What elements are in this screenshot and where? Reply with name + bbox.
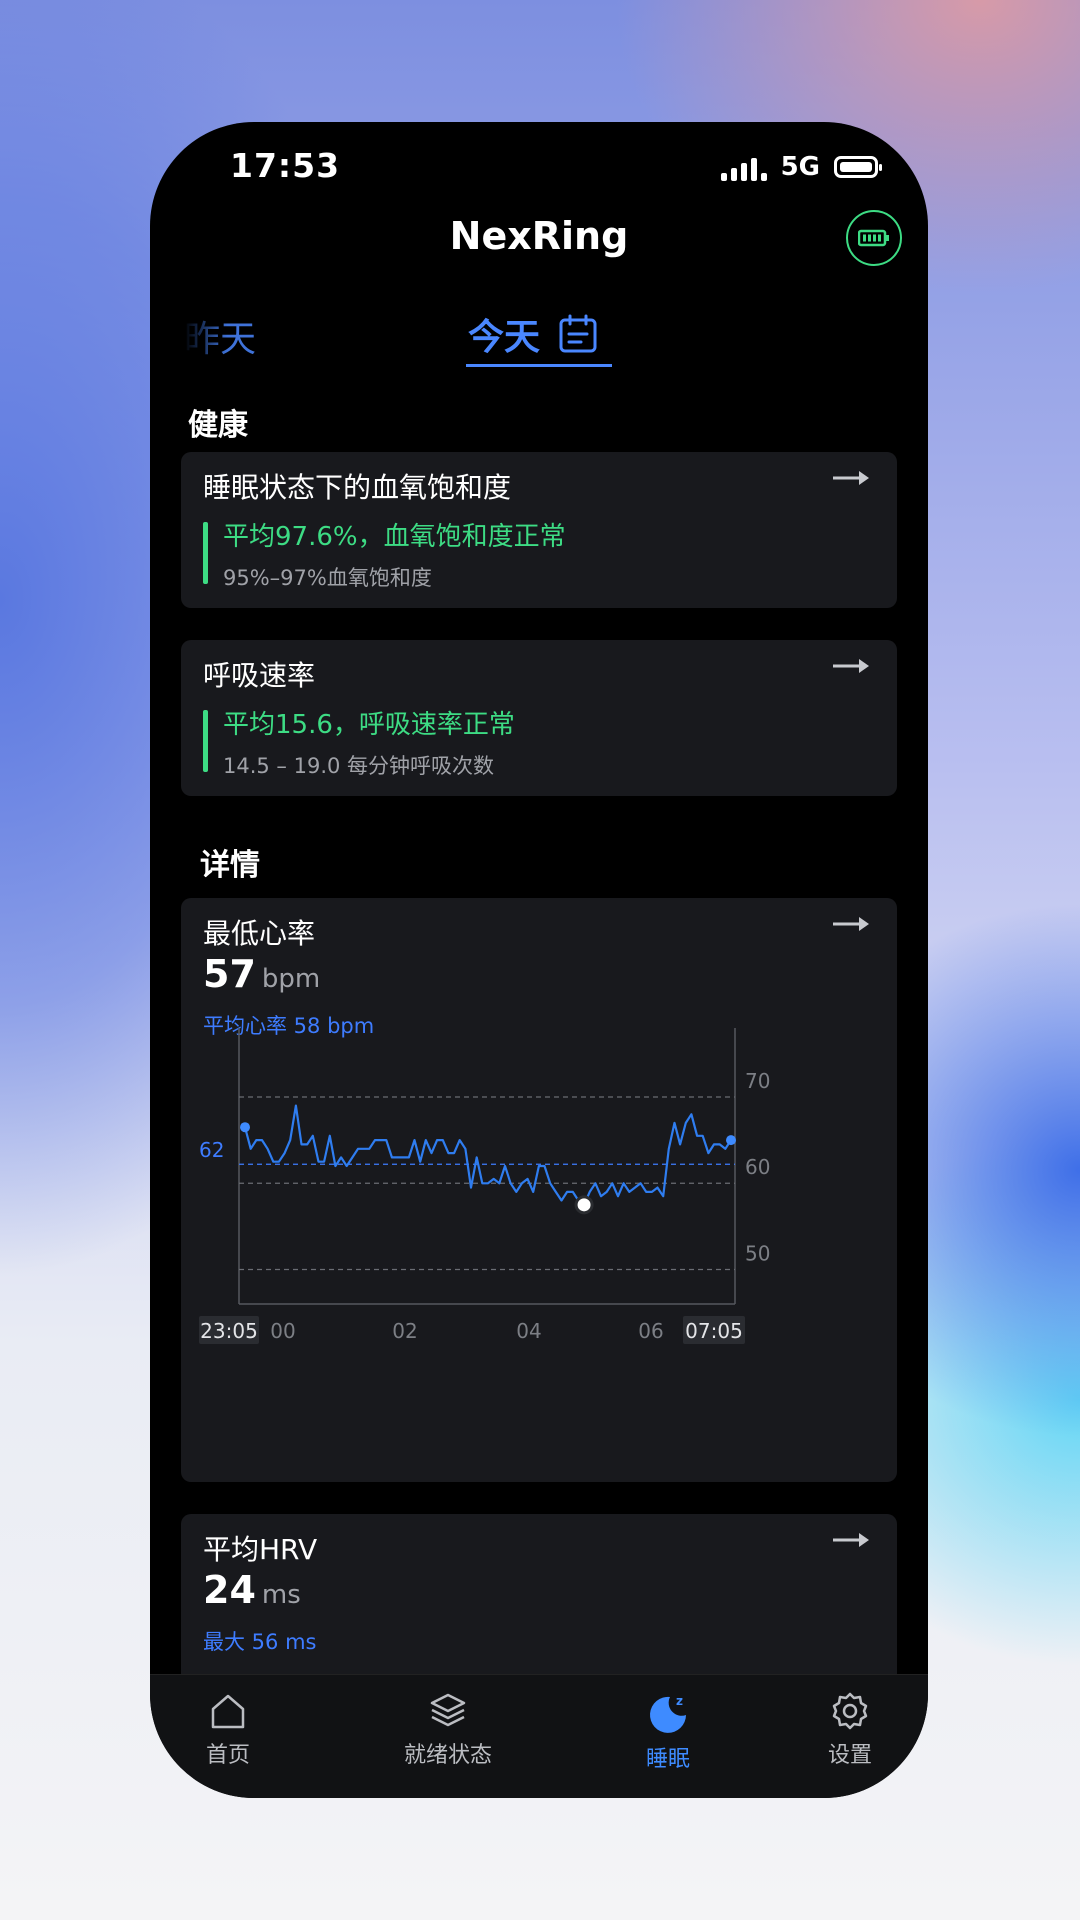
hrv-value: 24 ms (203, 1568, 301, 1612)
nav-readiness-label: 就绪状态 (403, 1743, 492, 1768)
tab-today[interactable]: 今天 (468, 308, 598, 360)
network-type: 5G (780, 152, 820, 182)
heart-rate-series-line (243, 1104, 732, 1206)
nav-home[interactable]: 首页 (168, 1691, 288, 1769)
section-title-health: 健康 (188, 408, 248, 443)
tab-today-label: 今天 (468, 317, 541, 358)
gear-icon (832, 1692, 868, 1730)
spo2-status: 平均97.6%，血氧饱和度正常 (223, 522, 566, 552)
status-time: 17:53 (230, 146, 341, 185)
minimum-point-marker (574, 1195, 594, 1215)
spo2-title: 睡眠状态下的血氧饱和度 (203, 471, 512, 504)
x-end-label: 07:05 (685, 1319, 743, 1343)
calendar-icon[interactable] (558, 314, 598, 354)
nav-sleep[interactable]: z 睡眠 (608, 1691, 728, 1773)
hrv-max: 最大 56 ms (203, 1630, 317, 1654)
x-start-label: 23:05 (200, 1319, 258, 1343)
nav-settings[interactable]: 设置 (790, 1691, 910, 1769)
hrv-number: 24 (203, 1568, 256, 1612)
spo2-range: 95%–97%血氧饱和度 (223, 566, 432, 590)
respiration-card[interactable]: 呼吸速率 平均15.6，呼吸速率正常 14.5 – 19.0 每分钟呼吸次数 (181, 640, 897, 796)
arrow-right-icon[interactable] (831, 466, 871, 490)
tab-yesterday[interactable]: 昨天 (184, 310, 256, 362)
x-tick-label: 06 (638, 1319, 663, 1343)
nav-settings-label: 设置 (827, 1743, 872, 1768)
arrow-right-icon[interactable] (831, 1528, 871, 1552)
lowest-hr-card[interactable]: 最低心率 57 bpm 平均心率 58 bpm 70 60 50 62 23:05 07:0… (181, 898, 897, 1482)
respiration-range: 14.5 – 19.0 每分钟呼吸次数 (223, 754, 495, 778)
status-indicator-bar (203, 522, 208, 584)
battery-device-icon (858, 229, 889, 247)
phone-screen: 17:53 5G NexRing 昨天 今天 健康 睡眠状态下的血氧饱和度 平均… (150, 122, 928, 1798)
reference-value-label: 62 (199, 1138, 224, 1162)
respiration-status: 平均15.6，呼吸速率正常 (223, 710, 515, 740)
spo2-card[interactable]: 睡眠状态下的血氧饱和度 平均97.6%，血氧饱和度正常 95%–97%血氧饱和度 (181, 452, 897, 608)
app-title: NexRing (449, 214, 629, 258)
tab-indicator (466, 364, 612, 367)
arrow-right-icon[interactable] (831, 654, 871, 678)
series-start-point (240, 1122, 250, 1133)
nav-sleep-label: 睡眠 (645, 1747, 690, 1772)
hrv-unit: ms (261, 1580, 301, 1610)
series-end-point (726, 1135, 736, 1146)
sleep-moon-icon: z (650, 1694, 686, 1733)
signal-icon (720, 153, 767, 181)
heart-rate-chart: 70 60 50 62 23:05 07:05 00 02 04 06 (199, 1028, 770, 1344)
x-tick-label: 04 (516, 1319, 541, 1343)
section-title-details: 详情 (200, 848, 260, 883)
y-tick-label: 60 (745, 1155, 770, 1179)
bottom-navigation: 首页 就绪状态 z 睡眠 设置 (150, 1674, 928, 1798)
status-indicator-bar (203, 710, 208, 772)
home-icon (211, 1694, 245, 1729)
x-tick-label: 00 (270, 1319, 295, 1343)
nav-home-label: 首页 (205, 1743, 250, 1768)
hrv-card[interactable]: 平均HRV 24 ms 最大 56 ms (181, 1514, 897, 1684)
x-tick-label: 02 (392, 1319, 417, 1343)
respiration-title: 呼吸速率 (203, 659, 316, 692)
status-indicators: 5G (720, 152, 882, 182)
hrv-title: 平均HRV (203, 1533, 318, 1566)
device-battery-button[interactable] (846, 210, 902, 266)
svg-text:z: z (676, 1694, 683, 1708)
y-tick-label: 70 (745, 1069, 770, 1093)
y-tick-label: 50 (745, 1241, 770, 1265)
battery-icon (834, 156, 882, 178)
nav-readiness[interactable]: 就绪状态 (388, 1691, 508, 1769)
layers-icon (430, 1693, 466, 1727)
